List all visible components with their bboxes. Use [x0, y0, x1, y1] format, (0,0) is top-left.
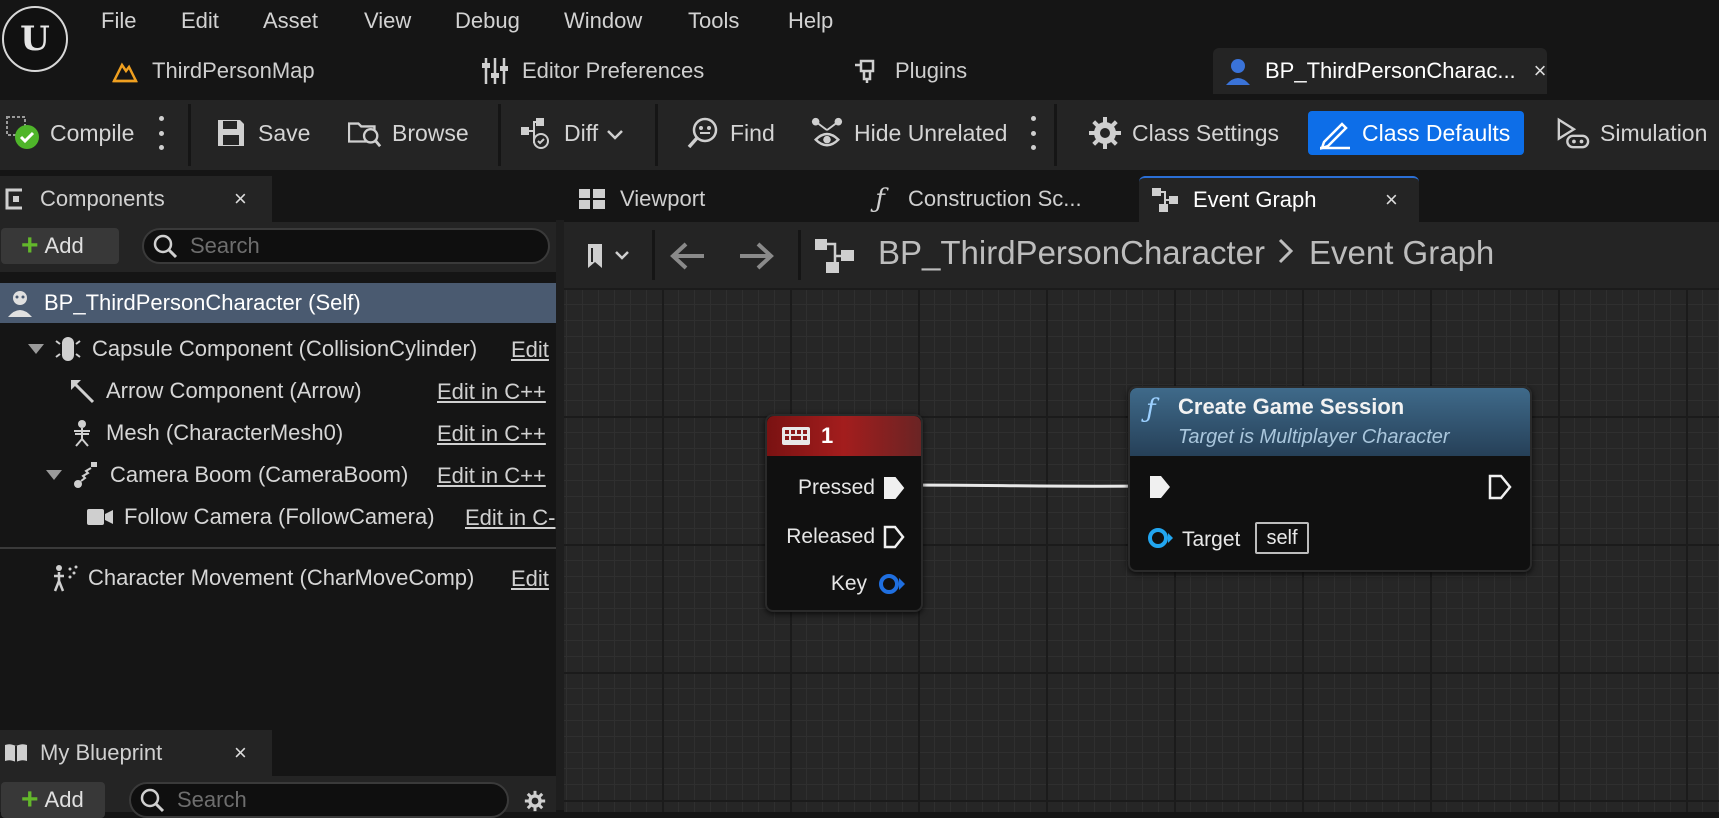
exec-output-pin-icon[interactable] — [1488, 474, 1512, 505]
object-pin-target-icon[interactable] — [1146, 526, 1176, 555]
exec-pin-pressed-icon[interactable] — [883, 476, 905, 505]
pin-label-target: Target — [1182, 528, 1241, 551]
keyboard-icon — [781, 426, 811, 446]
key-event-node-title: 1 — [821, 423, 834, 448]
function-icon: ƒ — [1146, 394, 1156, 424]
pin-label-key: Key — [830, 572, 867, 595]
struct-pin-key-icon[interactable] — [877, 572, 907, 601]
target-self-value: self — [1255, 522, 1309, 554]
unreal-logo-icon: U — [2, 6, 68, 72]
node-title: Create Game Session — [1178, 394, 1405, 419]
create-game-session-node[interactable]: ƒ Create Game Session Target is Multipla… — [1128, 386, 1532, 572]
key-event-node-header[interactable]: 1 — [767, 416, 921, 456]
pin-label-released: Released — [786, 525, 875, 548]
pin-label-pressed: Pressed — [797, 476, 875, 499]
exec-pin-released-icon[interactable] — [883, 525, 905, 554]
create-game-session-node-header[interactable]: ƒ Create Game Session Target is Multipla… — [1130, 388, 1530, 456]
node-subtitle: Target is Multiplayer Character — [1178, 426, 1450, 448]
exec-input-pin-icon[interactable] — [1148, 474, 1172, 505]
key-event-node[interactable]: 1 Pressed Released Key — [765, 414, 923, 612]
